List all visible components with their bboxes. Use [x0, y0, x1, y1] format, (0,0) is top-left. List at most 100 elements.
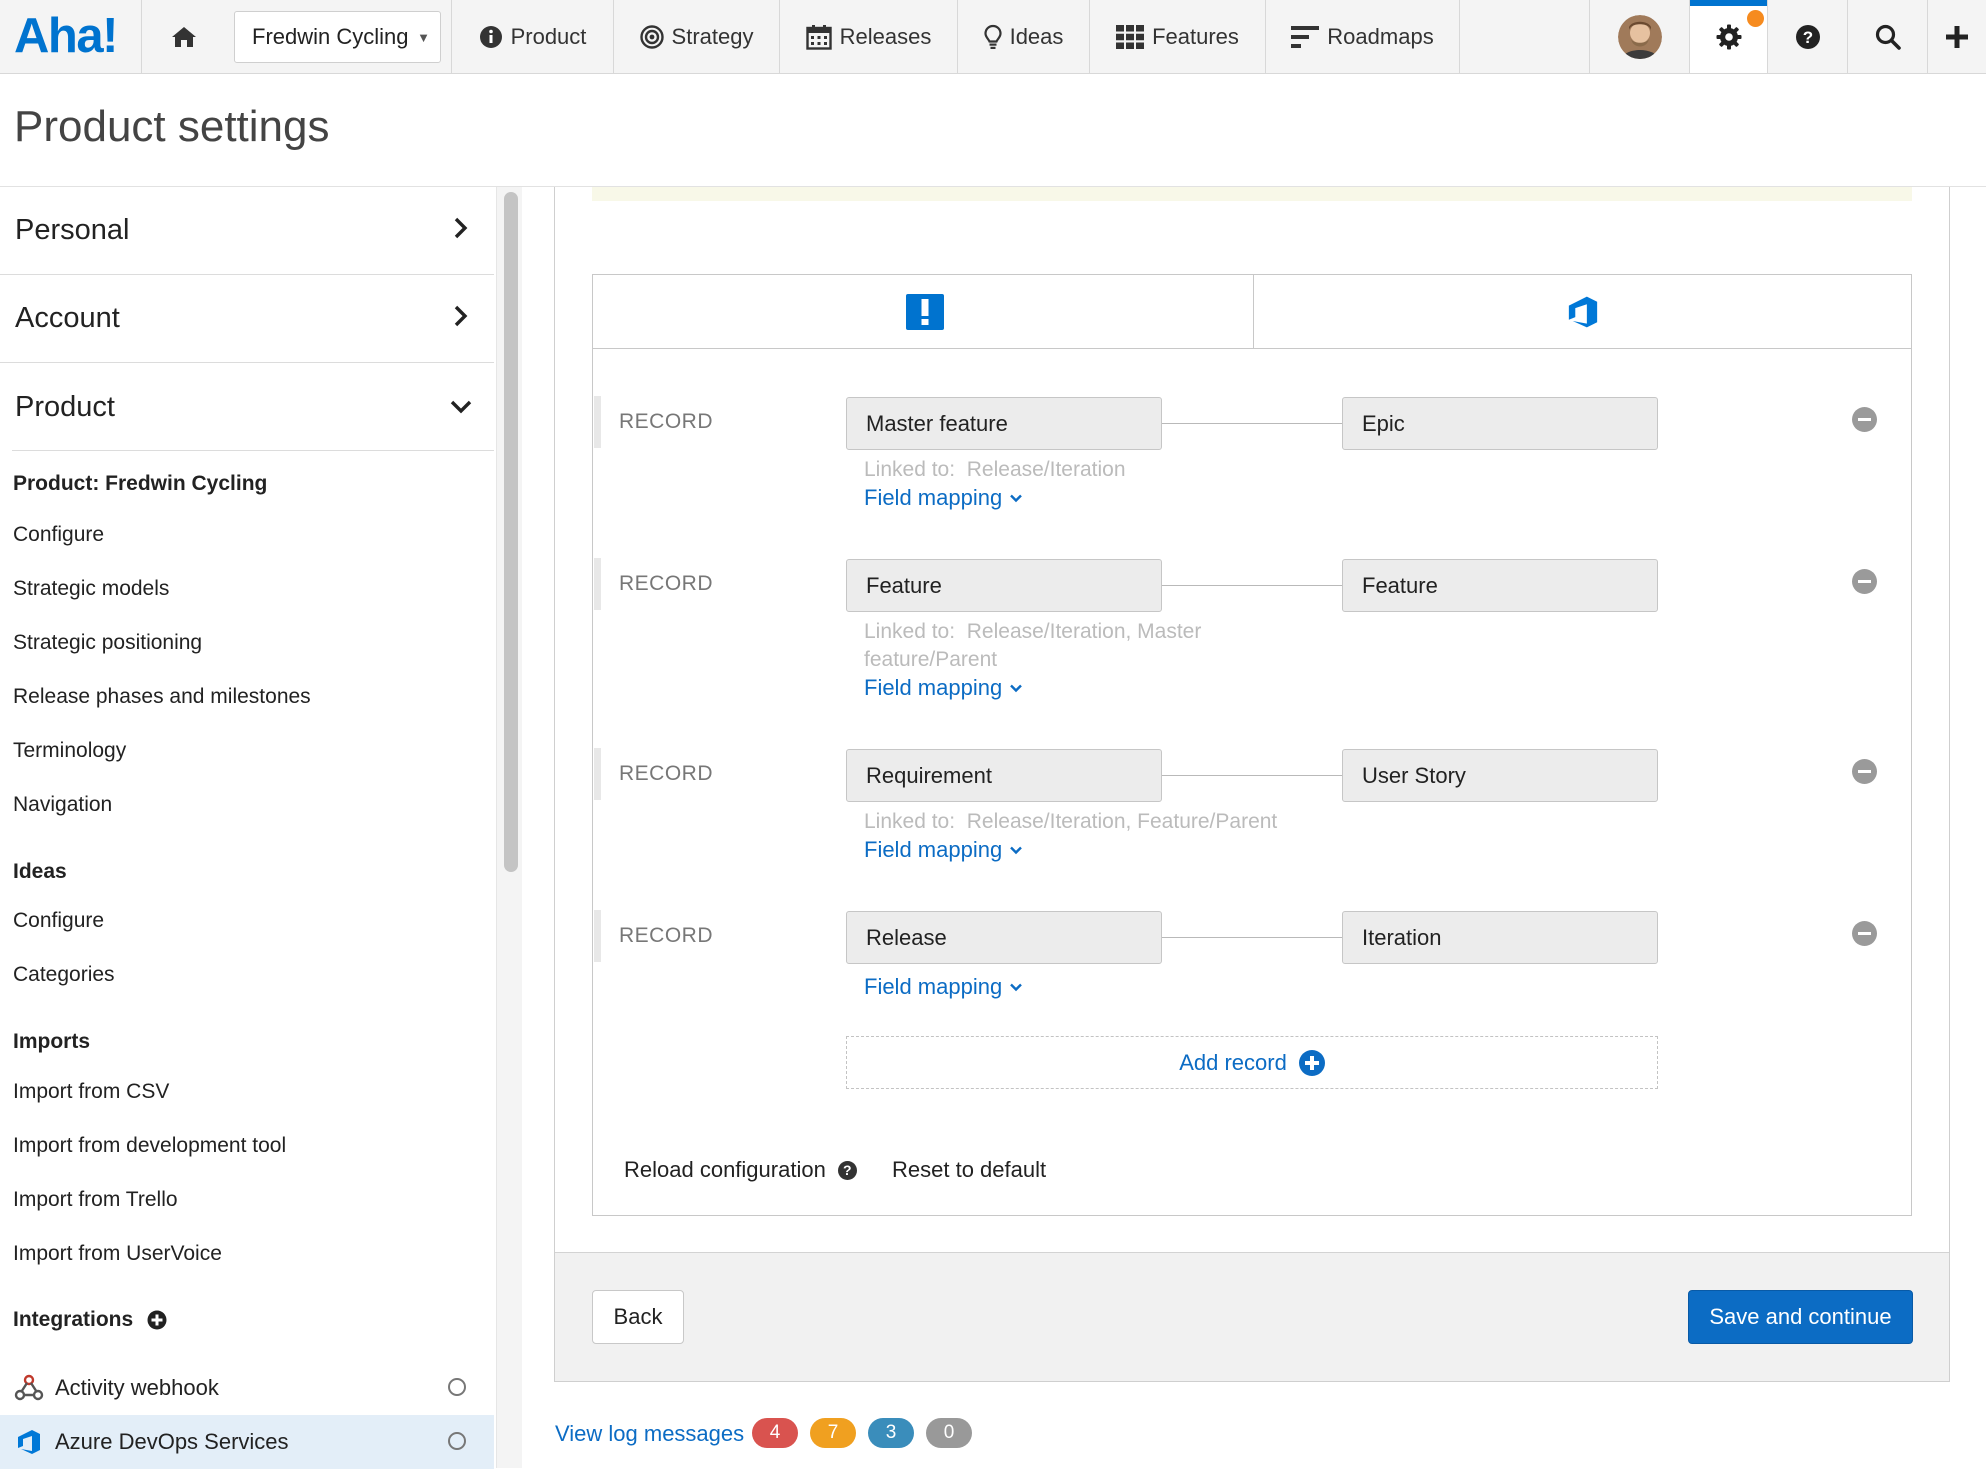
linked-to-prefix: Linked to: [864, 458, 956, 481]
add-button[interactable] [1927, 0, 1986, 73]
reset-to-default-link[interactable]: Reset to default [892, 1157, 1046, 1183]
sidebar-item-strategic-models[interactable]: Strategic models [13, 577, 169, 601]
sidebar-item-strategic-positioning[interactable]: Strategic positioning [13, 631, 202, 655]
nav-tab-roadmaps[interactable]: Roadmaps [1265, 0, 1459, 73]
sidebar-item-import-uservoice[interactable]: Import from UserVoice [13, 1242, 222, 1266]
caret-down-icon: ▼ [417, 30, 430, 45]
remove-record-icon[interactable] [1852, 921, 1877, 946]
aha-record-field[interactable]: Feature [846, 559, 1162, 612]
linked-to-text: Linked to: Release/Iteration, Master fea… [864, 618, 1234, 674]
ado-record-field[interactable]: Epic [1342, 397, 1658, 450]
sidebar-item-release-phases[interactable]: Release phases and milestones [13, 685, 311, 709]
product-selector[interactable]: Fredwin Cycling ▼ [234, 11, 441, 63]
chevron-down-icon [1010, 846, 1023, 854]
sidebar-scrollbar-thumb[interactable] [504, 192, 518, 872]
gear-icon [1716, 24, 1741, 49]
nav-tab-features[interactable]: Features [1089, 0, 1265, 73]
settings-sidebar: Personal Account Product Product: Fredwi… [0, 187, 494, 1469]
nav-tab-label: Strategy [671, 23, 754, 49]
chevron-down-icon [1010, 983, 1023, 991]
field-mapping-toggle[interactable]: Field mapping [864, 837, 1023, 863]
linked-to-text: Linked to: Release/Iteration [864, 456, 1234, 484]
aha-record-field[interactable]: Master feature [846, 397, 1162, 450]
log-info-count-badge[interactable]: 3 [868, 1418, 914, 1448]
sidebar-section-account[interactable]: Account [0, 275, 494, 363]
sidebar-item-azure-devops[interactable]: Azure DevOps Services [0, 1415, 494, 1469]
ado-record-field[interactable]: Feature [1342, 559, 1658, 612]
home-icon [172, 26, 196, 47]
aha-record-field[interactable]: Release [846, 911, 1162, 964]
remove-record-icon[interactable] [1852, 569, 1877, 594]
sidebar-item-import-trello[interactable]: Import from Trello [13, 1188, 178, 1212]
sidebar-group-title: Imports [13, 1030, 91, 1053]
log-debug-count-badge[interactable]: 0 [926, 1418, 972, 1448]
field-mapping-label: Field mapping [864, 675, 1003, 700]
chevron-down-icon [1010, 494, 1023, 502]
sidebar-item-terminology[interactable]: Terminology [13, 739, 126, 763]
settings-button[interactable] [1689, 0, 1767, 73]
back-button[interactable]: Back [592, 1290, 684, 1344]
sidebar-item-ideas-configure[interactable]: Configure [13, 909, 104, 933]
nav-tab-strategy[interactable]: Strategy [613, 0, 779, 73]
linked-to-value: Release/Iteration [966, 458, 1126, 481]
reload-configuration-link[interactable]: Reload configuration ? [624, 1157, 857, 1183]
sidebar-item-import-dev-tool[interactable]: Import from development tool [13, 1134, 286, 1158]
sidebar-item-categories[interactable]: Categories [13, 963, 115, 987]
record-marker [594, 396, 601, 448]
aha-record-field[interactable]: Requirement [846, 749, 1162, 802]
record-mapping-header [592, 274, 1912, 349]
divider [1253, 275, 1254, 349]
remove-record-icon[interactable] [1852, 407, 1877, 432]
divider [12, 450, 494, 451]
save-and-continue-button[interactable]: Save and continue [1688, 1290, 1913, 1344]
sidebar-item-navigation[interactable]: Navigation [13, 793, 112, 817]
nav-tab-ideas[interactable]: Ideas [957, 0, 1089, 73]
nav-tab-label: Releases [839, 23, 932, 49]
record-label: RECORD [619, 924, 714, 947]
sidebar-item-import-csv[interactable]: Import from CSV [13, 1080, 169, 1104]
field-mapping-toggle[interactable]: Field mapping [864, 675, 1023, 701]
field-mapping-toggle[interactable]: Field mapping [864, 974, 1023, 1000]
record-label: RECORD [619, 572, 714, 595]
field-mapping-label: Field mapping [864, 837, 1003, 862]
add-record-button[interactable]: Add record [846, 1036, 1658, 1089]
page-title: Product settings [14, 102, 330, 151]
chevron-down-icon [1010, 684, 1023, 692]
log-error-count-badge[interactable]: 4 [752, 1418, 798, 1448]
linked-to-prefix: Linked to: [864, 810, 956, 833]
mapping-connector [1162, 937, 1343, 938]
nav-tab-product[interactable]: Product [451, 0, 613, 73]
remove-record-icon[interactable] [1852, 759, 1877, 784]
plus-circle-icon [1298, 1049, 1325, 1076]
nav-tab-label: Ideas [1009, 23, 1064, 49]
ado-record-field[interactable]: User Story [1342, 749, 1658, 802]
nav-tab-releases[interactable]: Releases [779, 0, 957, 73]
linked-to-value: Release/Iteration, Feature/Parent [966, 810, 1278, 833]
home-button[interactable] [141, 0, 226, 73]
ado-record-field[interactable]: Iteration [1342, 911, 1658, 964]
sidebar-item-label: Azure DevOps Services [55, 1429, 289, 1454]
grid-icon [1116, 24, 1145, 49]
field-mapping-toggle[interactable]: Field mapping [864, 485, 1023, 511]
calendar-icon [805, 24, 832, 50]
record-label: RECORD [619, 762, 714, 785]
user-avatar-button[interactable] [1589, 0, 1689, 73]
search-button[interactable] [1847, 0, 1927, 73]
nav-tab-label: Roadmaps [1327, 23, 1434, 49]
nav-spacer [1459, 0, 1589, 73]
add-integration-icon[interactable] [147, 1310, 167, 1330]
question-circle-icon[interactable]: ? [837, 1160, 857, 1180]
sidebar-section-product[interactable]: Product [0, 363, 494, 451]
nav-tab-label: Features [1152, 23, 1239, 49]
sidebar-item-activity-webhook[interactable]: Activity webhook [0, 1361, 494, 1415]
view-log-messages-link[interactable]: View log messages [555, 1421, 744, 1447]
sidebar-section-personal[interactable]: Personal [0, 187, 494, 275]
help-button[interactable]: ? [1767, 0, 1847, 73]
status-radio [448, 1378, 466, 1396]
webhook-icon [14, 1373, 44, 1403]
sidebar-item-configure[interactable]: Configure [13, 523, 104, 547]
aha-logo[interactable]: Aha! [14, 8, 118, 64]
notice-strip [592, 187, 1912, 201]
target-icon [639, 24, 664, 49]
log-warning-count-badge[interactable]: 7 [810, 1418, 856, 1448]
